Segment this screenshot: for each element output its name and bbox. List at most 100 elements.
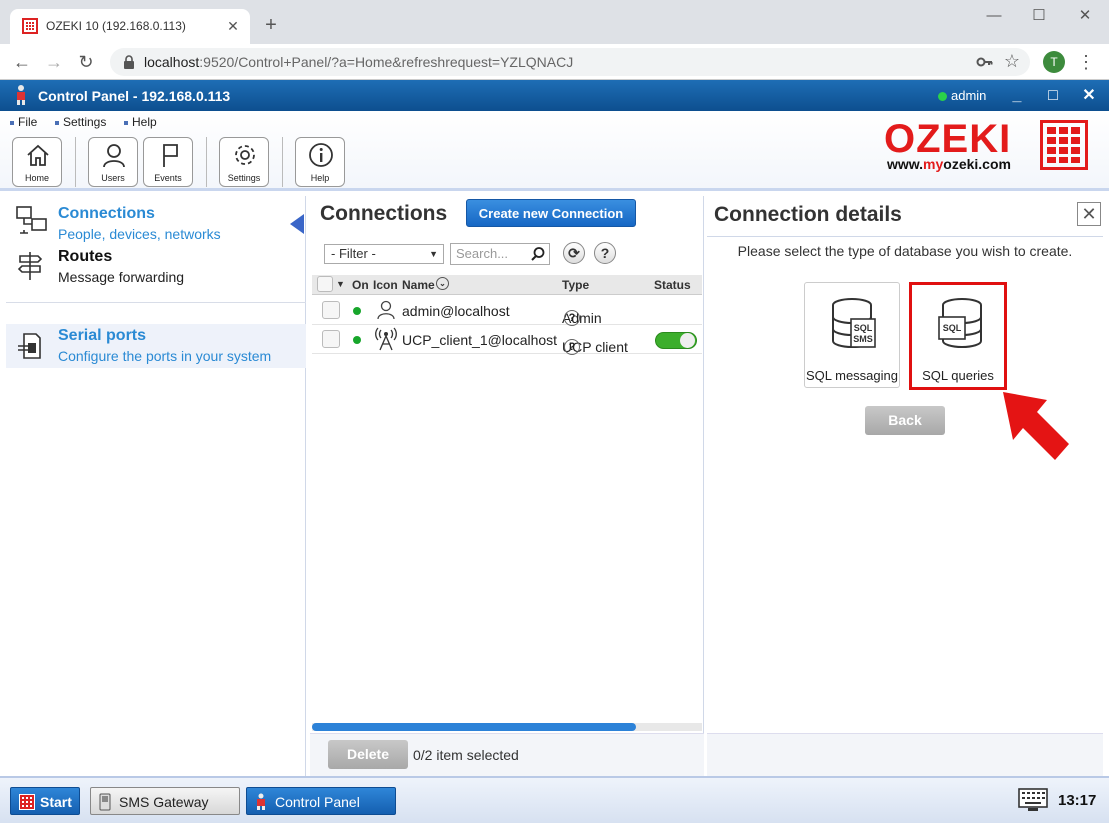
- browser-tab[interactable]: OZEKI 10 (192.168.0.113) ✕: [10, 9, 250, 44]
- taskbar-clock: 13:17: [1058, 792, 1097, 809]
- info-icon: [309, 143, 333, 167]
- delete-button[interactable]: Delete: [328, 740, 408, 769]
- toolbar-divider: [206, 137, 207, 187]
- column-status: Status: [654, 278, 691, 292]
- ozeki-logo-url: www.myozeki.com: [887, 156, 1011, 172]
- reload-icon[interactable]: ↻: [74, 50, 98, 74]
- browser-tab-strip: OZEKI 10 (192.168.0.113) ✕ + — ☐ ✕: [0, 0, 1109, 44]
- help-question-icon[interactable]: ?: [564, 339, 580, 355]
- url-text: localhost:9520/Control+Panel/?a=Home&ref…: [144, 54, 574, 70]
- current-user[interactable]: admin: [951, 88, 986, 103]
- new-tab-icon[interactable]: +: [260, 14, 282, 36]
- taskbar-control-panel[interactable]: Control Panel: [246, 787, 396, 815]
- enabled-dot: [353, 336, 361, 344]
- user-icon: [103, 144, 125, 168]
- nav-serial-title: Serial ports: [58, 327, 147, 344]
- control-panel-label: Control Panel: [275, 794, 360, 810]
- pointer-arrow-icon: [1003, 392, 1069, 460]
- left-navigation-panel: Connections People, devices, networks Ro…: [6, 196, 306, 776]
- row-checkbox[interactable]: [322, 330, 340, 348]
- help-button[interactable]: Help: [295, 137, 345, 187]
- menu-toolbar-area: File Settings Help Home Users Events Set…: [0, 111, 1109, 191]
- back-arrow-icon[interactable]: ←: [10, 50, 34, 74]
- profile-avatar[interactable]: T: [1043, 51, 1065, 73]
- details-prompt: Please select the type of database you w…: [737, 243, 1073, 259]
- search-icon: [531, 247, 545, 261]
- sql-text: SQL: [854, 323, 873, 333]
- browser-menu-icon[interactable]: ⋮: [1076, 50, 1096, 74]
- details-footer: [707, 733, 1103, 776]
- toolbar-divider: [75, 137, 76, 187]
- bookmark-star-icon[interactable]: ☆: [1002, 51, 1022, 71]
- details-title: Connection details: [714, 203, 902, 226]
- app-minimize-icon[interactable]: _: [1006, 85, 1028, 107]
- connection-name[interactable]: UCP_client_1@localhost: [402, 332, 557, 348]
- user-status-dot: [938, 92, 947, 101]
- connection-details-panel: Connection details ✕ Please select the t…: [707, 196, 1103, 776]
- app-maximize-icon[interactable]: □: [1042, 85, 1064, 107]
- serial-port-icon: [18, 333, 41, 359]
- select-all-checkbox[interactable]: [317, 276, 333, 292]
- table-row[interactable]: UCP_client_1@localhost UCP client ?: [312, 325, 702, 355]
- taskbar-sms-gateway[interactable]: SMS Gateway: [90, 787, 240, 815]
- antenna-icon: [375, 327, 397, 351]
- sql-sms-database-icon: SQL SMS: [832, 298, 876, 348]
- column-icon: Icon: [373, 278, 398, 292]
- window-close-icon[interactable]: ✕: [1073, 6, 1097, 26]
- sql-messaging-label: SQL messaging: [805, 368, 898, 383]
- home-icon: [27, 144, 49, 166]
- column-name[interactable]: Name: [402, 278, 435, 292]
- nav-routes-subtitle: Message forwarding: [58, 269, 185, 285]
- flag-icon: [163, 144, 178, 167]
- menu-file[interactable]: File: [10, 115, 37, 129]
- help-question-icon[interactable]: ?: [594, 242, 616, 264]
- keyboard-icon[interactable]: [1018, 788, 1048, 814]
- tab-close-icon[interactable]: ✕: [224, 17, 242, 35]
- nav-serial-ports[interactable]: Serial ports Configure the ports in your…: [6, 324, 306, 368]
- refresh-icon[interactable]: ⟳: [563, 242, 585, 264]
- menu-help[interactable]: Help: [124, 115, 157, 129]
- key-icon[interactable]: [976, 53, 994, 71]
- filter-dropdown[interactable]: - Filter - ▼: [324, 244, 444, 264]
- settings-label: Settings: [227, 173, 261, 183]
- nav-connections[interactable]: Connections People, devices, networks: [6, 196, 306, 246]
- scrollbar-thumb[interactable]: [312, 723, 636, 731]
- app-title-bar: Control Panel - 192.168.0.113 admin _ □ …: [0, 80, 1109, 111]
- connections-panel: Connections Create new Connection - Filt…: [310, 196, 704, 776]
- app-close-icon[interactable]: ✕: [1078, 85, 1100, 107]
- create-connection-button[interactable]: Create new Connection: [466, 199, 636, 227]
- home-button[interactable]: Home: [12, 137, 62, 187]
- details-divider: [707, 236, 1103, 237]
- window-minimize-icon[interactable]: —: [982, 6, 1006, 26]
- sms-text: SMS: [853, 334, 873, 344]
- events-label: Events: [154, 173, 182, 183]
- connection-name[interactable]: admin@localhost: [402, 303, 510, 319]
- search-input[interactable]: Search...: [450, 243, 550, 265]
- table-row[interactable]: admin@localhost Admin ?: [312, 296, 702, 326]
- active-indicator-arrow: [290, 214, 304, 234]
- nav-routes[interactable]: Routes Message forwarding: [6, 246, 306, 292]
- connections-footer: Delete 0/2 item selected: [310, 733, 704, 776]
- sort-chevron-icon[interactable]: ⌄: [436, 277, 449, 290]
- forward-arrow-icon[interactable]: →: [42, 50, 66, 74]
- dropdown-caret-icon: ▼: [429, 249, 438, 259]
- row-checkbox[interactable]: [322, 301, 340, 319]
- select-menu-caret-icon[interactable]: ▼: [336, 279, 345, 289]
- window-maximize-icon[interactable]: ☐: [1027, 6, 1051, 26]
- connections-title: Connections: [320, 202, 448, 225]
- start-button[interactable]: Start: [10, 787, 80, 815]
- ozeki-keypad-icon: [1040, 120, 1088, 170]
- home-label: Home: [24, 173, 49, 183]
- settings-button[interactable]: Settings: [219, 137, 269, 187]
- taskbar: Start SMS Gateway Control Panel 13:17: [0, 776, 1109, 823]
- events-button[interactable]: Events: [143, 137, 193, 187]
- address-bar[interactable]: localhost:9520/Control+Panel/?a=Home&ref…: [110, 48, 1030, 76]
- menu-settings[interactable]: Settings: [55, 115, 106, 129]
- sql-messaging-option[interactable]: SQL SMS SQL messaging: [804, 282, 900, 388]
- connection-toggle[interactable]: [655, 332, 697, 349]
- table-scrollbar[interactable]: [312, 723, 702, 731]
- users-button[interactable]: Users: [88, 137, 138, 187]
- back-button[interactable]: Back: [865, 406, 945, 435]
- close-icon[interactable]: ✕: [1077, 202, 1101, 226]
- help-question-icon[interactable]: ?: [564, 310, 580, 326]
